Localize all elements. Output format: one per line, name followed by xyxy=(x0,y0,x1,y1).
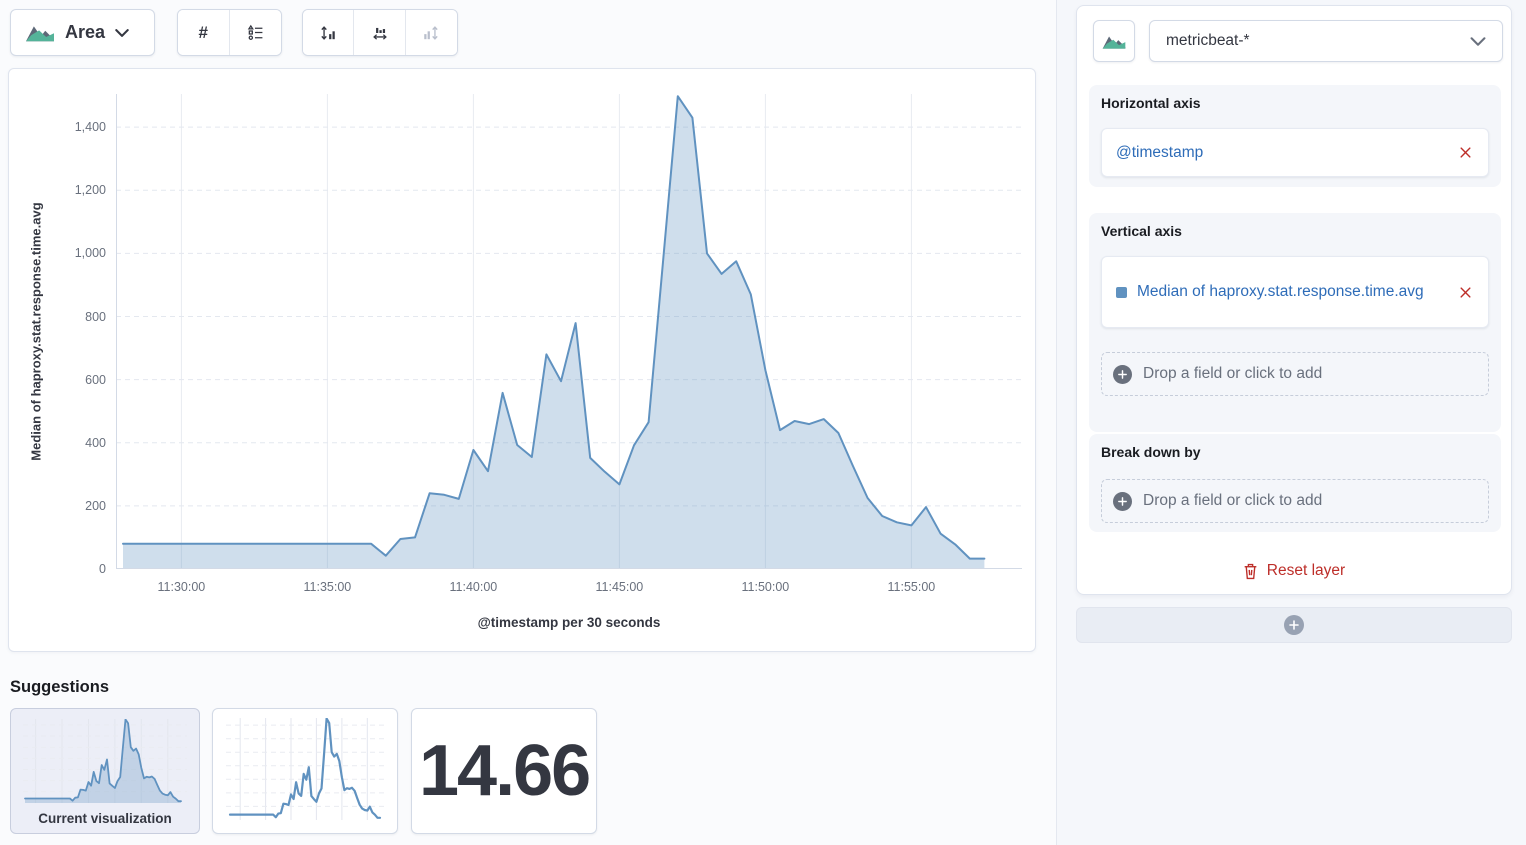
metric-value: 14.66 xyxy=(412,730,589,812)
chart-type-label: Area xyxy=(65,22,105,43)
trash-icon xyxy=(1243,563,1258,580)
y-tick-label: 200 xyxy=(9,499,106,513)
x-tick-label: 11:55:00 xyxy=(888,580,936,594)
horizontal-axis-dimension[interactable]: @timestamp xyxy=(1101,128,1489,177)
toolbar-group-axes xyxy=(302,9,458,56)
y-tick-label: 1,200 xyxy=(9,183,106,197)
add-layer-button[interactable] xyxy=(1076,607,1512,643)
x-tick-label: 11:50:00 xyxy=(742,580,790,594)
break-down-section: Break down by Drop a field or click to a… xyxy=(1089,434,1501,532)
chart-panel: Median of haproxy.stat.response.time.avg… xyxy=(8,68,1036,652)
cross-icon xyxy=(1459,146,1472,159)
horizontal-axis-heading: Horizontal axis xyxy=(1101,95,1489,111)
remove-dimension-button[interactable] xyxy=(1457,284,1474,301)
series-color-swatch xyxy=(1116,287,1127,298)
vertical-axis-heading: Vertical axis xyxy=(1101,223,1489,239)
legend-button[interactable] xyxy=(230,10,282,55)
toolbar-group-labels: # xyxy=(177,9,282,56)
plus-icon xyxy=(1113,365,1132,384)
suggestion-line-chart[interactable] xyxy=(212,708,398,834)
value-labels-button[interactable]: # xyxy=(178,10,230,55)
chart-type-button[interactable]: Area xyxy=(10,9,155,56)
cross-icon xyxy=(1459,286,1472,299)
suggestions-heading: Suggestions xyxy=(10,678,109,697)
vertical-axis-section: Vertical axis Median of haproxy.stat.res… xyxy=(1089,213,1501,432)
suggestion-current-visualization[interactable]: Current visualization xyxy=(10,708,200,834)
vertical-axis-dimension[interactable]: Median of haproxy.stat.response.time.avg xyxy=(1101,256,1489,328)
index-pattern-select[interactable]: metricbeat-* xyxy=(1149,20,1503,62)
suggestion-metric[interactable]: 14.66 xyxy=(411,708,597,834)
remove-dimension-button[interactable] xyxy=(1457,144,1474,161)
area-chart-icon xyxy=(25,22,55,43)
dimension-field-label: @timestamp xyxy=(1116,140,1203,166)
suggestion-line-thumbnail xyxy=(226,718,386,820)
reset-layer-label: Reset layer xyxy=(1267,562,1345,580)
x-tick-label: 11:30:00 xyxy=(158,580,206,594)
drop-zone-label: Drop a field or click to add xyxy=(1143,365,1322,383)
y-axis-ticks: 02004006008001,0001,2001,400 xyxy=(9,94,106,569)
hash-icon: # xyxy=(199,23,208,43)
x-axis-ticks: 11:30:00 11:35:00 11:40:00 11:45:00 11:50:00… xyxy=(116,580,1022,596)
layer-panel: metricbeat-* Horizontal axis @timestamp … xyxy=(1076,5,1512,595)
right-axis-button-disabled xyxy=(406,10,457,55)
suggestion-area-thumbnail xyxy=(23,719,187,803)
chevron-down-icon xyxy=(1470,37,1486,46)
index-pattern-value: metricbeat-* xyxy=(1166,32,1250,50)
kibana-lens-editor: { "icons": { "chart_type": "area-chart-i… xyxy=(0,0,1526,845)
y-tick-label: 0 xyxy=(9,562,106,576)
area-chart-plot xyxy=(116,94,1022,569)
y-tick-label: 400 xyxy=(9,436,106,450)
x-tick-label: 11:45:00 xyxy=(596,580,644,594)
left-axis-button[interactable] xyxy=(303,10,354,55)
horizontal-axis-section: Horizontal axis @timestamp xyxy=(1089,85,1501,187)
break-down-heading: Break down by xyxy=(1101,444,1489,460)
dimension-field-label: Median of haproxy.stat.response.time.avg xyxy=(1137,279,1425,305)
break-down-drop-zone[interactable]: Drop a field or click to add xyxy=(1101,479,1489,523)
drop-zone-label: Drop a field or click to add xyxy=(1143,492,1322,510)
suggestion-caption: Current visualization xyxy=(11,811,199,826)
y-tick-label: 1,000 xyxy=(9,246,106,260)
config-sidebar: metricbeat-* Horizontal axis @timestamp … xyxy=(1056,0,1526,845)
y-tick-label: 800 xyxy=(9,310,106,324)
y-tick-label: 600 xyxy=(9,373,106,387)
chevron-down-icon xyxy=(115,29,129,37)
bottom-axis-icon xyxy=(371,24,389,42)
area-chart-icon xyxy=(1102,33,1126,50)
reset-layer-button[interactable]: Reset layer xyxy=(1077,556,1511,586)
plus-icon xyxy=(1284,615,1304,635)
x-tick-label: 11:40:00 xyxy=(450,580,498,594)
plus-icon xyxy=(1113,492,1132,511)
layer-chart-type-button[interactable] xyxy=(1093,20,1135,62)
legend-icon xyxy=(247,24,264,41)
bottom-axis-button[interactable] xyxy=(354,10,405,55)
vertical-axis-drop-zone[interactable]: Drop a field or click to add xyxy=(1101,352,1489,396)
x-axis-title: @timestamp per 30 seconds xyxy=(116,615,1022,630)
y-tick-label: 1,400 xyxy=(9,120,106,134)
left-axis-icon xyxy=(319,24,337,42)
x-tick-label: 11:35:00 xyxy=(304,580,352,594)
right-axis-icon xyxy=(422,24,440,42)
